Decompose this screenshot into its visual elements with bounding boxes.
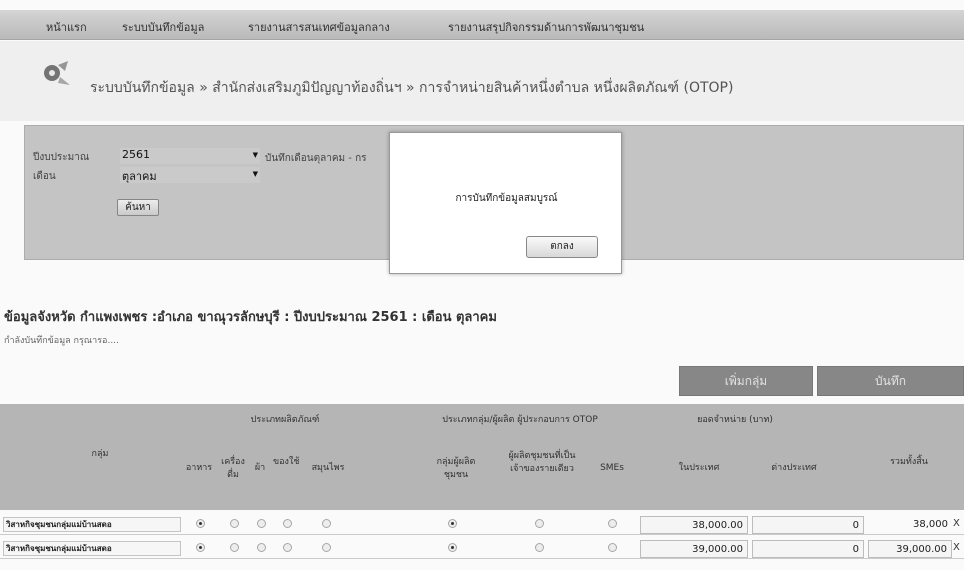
alert-message: การบันทึกข้อมูลสมบูรณ์ <box>455 193 558 204</box>
modal-overlay <box>0 0 964 570</box>
ok-button[interactable]: ตกลง <box>526 236 598 258</box>
alert-dialog: การบันทึกข้อมูลสมบูรณ์ ตกลง <box>389 132 622 274</box>
